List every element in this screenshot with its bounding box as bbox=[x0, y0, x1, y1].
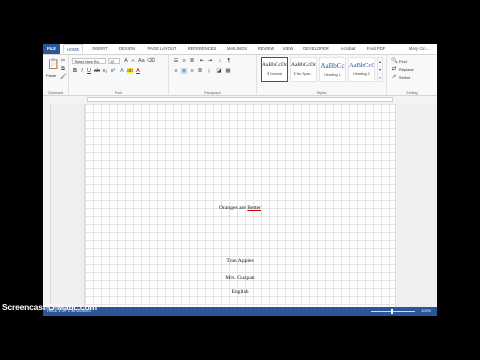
find-button[interactable]: Find bbox=[399, 59, 407, 64]
tab-acrobat[interactable]: Acrobat bbox=[336, 44, 360, 54]
decrease-indent-icon[interactable]: ⇤ bbox=[199, 58, 205, 64]
format-painter-icon[interactable]: 🖌 bbox=[60, 74, 67, 80]
superscript-icon[interactable]: x² bbox=[110, 68, 116, 74]
change-case-icon[interactable]: Aa bbox=[138, 58, 145, 64]
tab-references[interactable]: REFERENCES bbox=[185, 44, 219, 54]
italic-icon[interactable]: I bbox=[79, 68, 85, 74]
grow-font-icon[interactable]: A bbox=[123, 58, 129, 64]
tab-developer[interactable]: DEVELOPER bbox=[300, 44, 332, 54]
shading-icon[interactable]: ◪ bbox=[216, 68, 222, 74]
justify-icon[interactable]: ≣ bbox=[197, 68, 203, 74]
paragraph-group: ☰ ≡ ≣ ⇤ ⇥ ↕ ¶ ≡ ≡ ≡ ≣ ↨ ◪ ▦ Paragraph bbox=[169, 55, 257, 96]
paragraph-label: Paragraph bbox=[204, 91, 221, 95]
sort-icon[interactable]: ↕ bbox=[217, 58, 223, 64]
styles-label: Styles bbox=[316, 91, 327, 95]
vertical-scrollbar[interactable] bbox=[431, 104, 437, 307]
tab-review[interactable]: REVIEW bbox=[255, 44, 277, 54]
tab-home[interactable]: HOME bbox=[63, 44, 83, 53]
align-left-icon[interactable]: ≡ bbox=[173, 68, 179, 74]
style-normal[interactable]: AaBbCcDc ¶ Normal bbox=[261, 57, 288, 82]
document-page[interactable]: Oranges are Better Tran Apples Mrs. Guzp… bbox=[84, 104, 396, 307]
shrink-font-icon[interactable]: A bbox=[130, 58, 136, 64]
document-canvas: Oranges are Better Tran Apples Mrs. Guzp… bbox=[51, 104, 437, 307]
document-line-2[interactable]: Mrs. Guzpan bbox=[85, 275, 395, 281]
bullets-icon[interactable]: ☰ bbox=[173, 58, 179, 64]
vertical-ruler[interactable] bbox=[43, 104, 51, 307]
title-underlined-word: Better bbox=[247, 205, 261, 211]
zoom-slider-thumb[interactable] bbox=[391, 309, 393, 314]
tab-foxit-pdf[interactable]: Foxit PDF bbox=[363, 44, 389, 54]
title-text: Oranges are bbox=[219, 205, 248, 211]
multilevel-list-icon[interactable]: ≣ bbox=[189, 58, 195, 64]
editing-group: 🔍 Find ⇄ Replace ➚ Select Editing bbox=[387, 55, 437, 96]
find-icon: 🔍 bbox=[391, 58, 398, 64]
font-name-select[interactable]: Times New Ro bbox=[72, 58, 106, 64]
clipboard-group: 📋 Paste ✂ ⧉ 🖌 Clipboard bbox=[43, 55, 69, 96]
tab-mailings[interactable]: MAILINGS bbox=[223, 44, 251, 54]
font-group: Times New Ro 12 A A Aa ⌫ B I U ab x₂ x² … bbox=[69, 55, 169, 96]
increase-indent-icon[interactable]: ⇥ bbox=[207, 58, 213, 64]
style-heading-2-sample: AaBbCcC bbox=[349, 62, 374, 69]
user-name[interactable]: Mary Cin... bbox=[409, 44, 429, 54]
replace-button[interactable]: Replace bbox=[399, 67, 414, 72]
subscript-icon[interactable]: x₂ bbox=[102, 68, 108, 74]
style-no-spacing-sample: AaBbCcDc bbox=[291, 62, 316, 68]
ribbon: 📋 Paste ✂ ⧉ 🖌 Clipboard Times New Ro 12 … bbox=[43, 54, 437, 96]
align-right-icon[interactable]: ≡ bbox=[189, 68, 195, 74]
ribbon-tabs: FILE HOME INSERT DESIGN PAGE LAYOUT REFE… bbox=[43, 44, 437, 54]
style-heading-1[interactable]: AaBbCc Heading 1 bbox=[319, 57, 346, 82]
styles-more-icon[interactable]: ▴ ▾ ▿ bbox=[377, 57, 383, 82]
font-size-select[interactable]: 12 bbox=[108, 58, 120, 64]
horizontal-ruler[interactable] bbox=[43, 96, 437, 104]
strikethrough-icon[interactable]: ab bbox=[94, 68, 100, 74]
bold-icon[interactable]: B bbox=[72, 68, 78, 74]
select-icon: ➚ bbox=[391, 74, 397, 80]
underline-icon[interactable]: U bbox=[86, 68, 92, 74]
copy-icon[interactable]: ⧉ bbox=[60, 66, 66, 72]
document-title[interactable]: Oranges are Better bbox=[85, 205, 395, 211]
tab-insert[interactable]: INSERT bbox=[90, 44, 110, 54]
style-normal-sample: AaBbCcDc bbox=[262, 62, 287, 68]
word-window: FILE HOME INSERT DESIGN PAGE LAYOUT REFE… bbox=[43, 44, 437, 316]
highlight-icon[interactable]: ab bbox=[127, 68, 133, 74]
replace-icon: ⇄ bbox=[391, 66, 397, 72]
style-heading-1-name: Heading 1 bbox=[324, 73, 341, 77]
clear-formatting-icon[interactable]: ⌫ bbox=[147, 58, 155, 64]
text-effects-icon[interactable]: A bbox=[119, 68, 125, 74]
cut-icon[interactable]: ✂ bbox=[60, 58, 66, 64]
paste-button[interactable]: Paste bbox=[46, 73, 56, 78]
style-no-spacing[interactable]: AaBbCcDc ¶ No Spac... bbox=[290, 57, 317, 82]
ruler-bar bbox=[87, 97, 393, 102]
font-color-icon[interactable]: A bbox=[135, 68, 141, 74]
style-heading-2-name: Heading 2 bbox=[353, 72, 370, 76]
borders-icon[interactable]: ▦ bbox=[225, 68, 231, 74]
styles-group: AaBbCcDc ¶ Normal AaBbCcDc ¶ No Spac... … bbox=[257, 55, 387, 96]
style-heading-1-sample: AaBbCc bbox=[320, 62, 345, 70]
align-center-icon[interactable]: ≡ bbox=[181, 68, 187, 74]
tab-design[interactable]: DESIGN bbox=[116, 44, 138, 54]
recording-watermark: Screencast-O-Matic.com bbox=[2, 302, 97, 312]
line-spacing-icon[interactable]: ↨ bbox=[206, 68, 212, 74]
editing-label: Editing bbox=[406, 91, 418, 95]
show-marks-icon[interactable]: ¶ bbox=[226, 58, 232, 64]
tab-view[interactable]: VIEW bbox=[280, 44, 296, 54]
paste-icon[interactable]: 📋 bbox=[47, 59, 59, 71]
style-heading-2[interactable]: AaBbCcC Heading 2 bbox=[348, 57, 375, 82]
status-bar: PAGE 1 OF 1 36 WORDS 100% bbox=[43, 307, 437, 316]
document-line-1[interactable]: Tran Apples bbox=[85, 258, 395, 264]
select-button[interactable]: Select bbox=[399, 75, 410, 80]
tab-file[interactable]: FILE bbox=[43, 44, 60, 54]
font-label: Font bbox=[114, 91, 123, 95]
document-line-3[interactable]: English bbox=[85, 289, 395, 295]
clipboard-label: Clipboard bbox=[47, 91, 64, 95]
zoom-slider[interactable] bbox=[371, 309, 415, 314]
style-no-spacing-name: ¶ No Spac... bbox=[293, 72, 314, 76]
tab-page-layout[interactable]: PAGE LAYOUT bbox=[143, 44, 181, 54]
numbering-icon[interactable]: ≡ bbox=[181, 58, 187, 64]
style-normal-name: ¶ Normal bbox=[267, 72, 282, 76]
zoom-level[interactable]: 100% bbox=[421, 307, 431, 316]
